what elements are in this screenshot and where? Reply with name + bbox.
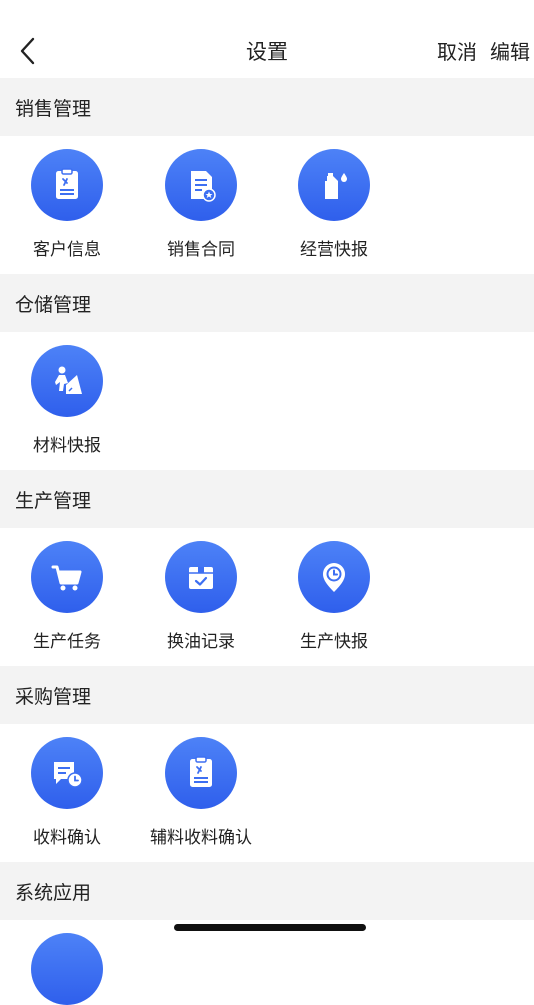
cancel-button[interactable]: 取消 [437,36,477,65]
section-title: 仓储管理 [15,294,92,316]
app-production-report[interactable]: 生产快报 [267,541,401,652]
app-customer-info[interactable]: 客户信息 [0,149,134,260]
app-label: 换油记录 [167,632,235,652]
oil-can-icon [298,149,370,221]
receipt-clock-icon [31,737,103,809]
section-header-sales: 销售管理 [0,78,534,136]
app-label: 客户信息 [33,240,101,260]
location-clock-icon [298,541,370,613]
section-title: 销售管理 [15,98,92,120]
app-icon [31,933,103,1005]
app-business-report[interactable]: 经营快报 [267,149,401,260]
nav-bar: 设置 取消 编辑 [0,0,534,78]
section-title: 采购管理 [15,686,92,708]
worker-shovel-icon [31,345,103,417]
app-production-task[interactable]: 生产任务 [0,541,134,652]
clipboard-icon [31,149,103,221]
section-header-purchasing: 采购管理 [0,666,534,724]
box-check-icon [165,541,237,613]
section-header-warehouse: 仓储管理 [0,274,534,332]
app-label: 辅料收料确认 [150,828,252,848]
contract-document-icon [165,149,237,221]
home-indicator [174,924,366,931]
app-label: 生产任务 [33,632,101,652]
cart-icon [31,541,103,613]
clipboard-icon [165,737,237,809]
app-label: 经营快报 [300,240,368,260]
app-system-partial[interactable] [0,933,134,1005]
edit-button[interactable]: 编辑 [490,36,530,65]
section-header-production: 生产管理 [0,470,534,528]
app-label: 收料确认 [33,828,101,848]
app-auxiliary-receipt-confirm[interactable]: 辅料收料确认 [134,737,268,848]
section-title: 生产管理 [15,490,92,512]
section-header-system: 系统应用 [0,862,534,920]
app-label: 销售合同 [167,240,235,260]
app-oil-change-record[interactable]: 换油记录 [134,541,268,652]
app-material-report[interactable]: 材料快报 [0,345,134,456]
app-label: 生产快报 [300,632,368,652]
app-receipt-confirm[interactable]: 收料确认 [0,737,134,848]
app-label: 材料快报 [33,436,101,456]
section-title: 系统应用 [15,882,92,904]
app-sales-contract[interactable]: 销售合同 [134,149,268,260]
